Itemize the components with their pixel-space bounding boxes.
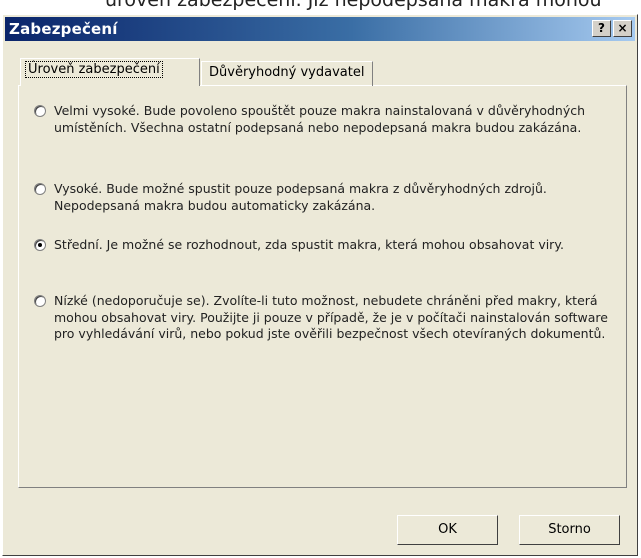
- cropped-caption-label: úroveň zabezpečení. Již nepodepsaná makr…: [105, 0, 602, 11]
- security-dialog: Zabezpečení ? × Úroveň zabezpečení Důvěr…: [2, 14, 638, 556]
- option-low[interactable]: Nízké (nedoporučuje se). Zvolíte-li tuto…: [34, 293, 614, 363]
- option-very-high-label: Velmi vysoké. Bude povoleno spouštět pou…: [54, 103, 586, 135]
- tab-trusted-publisher-label: Důvěryhodný vydavatel: [209, 65, 365, 80]
- help-button[interactable]: ?: [592, 20, 611, 37]
- option-medium-label: Střední. Je možné se rozhodnout, zda spu…: [54, 237, 564, 252]
- ok-button[interactable]: OK: [397, 515, 498, 545]
- option-high[interactable]: Vysoké. Bude možné spustit pouze podepsa…: [34, 181, 614, 217]
- cancel-button[interactable]: Storno: [519, 515, 620, 545]
- tab-trusted-publisher[interactable]: Důvěryhodný vydavatel: [201, 61, 373, 86]
- cropped-caption-text: úroveň zabezpečení. Již nepodepsaná makr…: [0, 0, 641, 14]
- option-low-label: Nízké (nedoporučuje se). Zvolíte-li tuto…: [54, 293, 608, 341]
- tab-security-level-label: Úroveň zabezpečení: [25, 61, 163, 78]
- option-very-high[interactable]: Velmi vysoké. Bude povoleno spouštět pou…: [34, 103, 614, 155]
- radio-very-high[interactable]: [34, 105, 46, 117]
- close-button[interactable]: ×: [613, 20, 632, 37]
- radio-medium[interactable]: [34, 239, 46, 251]
- radio-high[interactable]: [34, 183, 46, 195]
- tab-panel: Velmi vysoké. Bude povoleno spouštět pou…: [18, 85, 627, 488]
- tab-security-level[interactable]: Úroveň zabezpečení: [20, 58, 200, 86]
- radio-low[interactable]: [34, 295, 46, 307]
- dialog-title: Zabezpečení: [9, 20, 118, 38]
- option-medium[interactable]: Střední. Je možné se rozhodnout, zda spu…: [34, 237, 614, 273]
- option-high-label: Vysoké. Bude možné spustit pouze podepsa…: [54, 181, 547, 213]
- title-bar[interactable]: Zabezpečení ? ×: [5, 17, 635, 41]
